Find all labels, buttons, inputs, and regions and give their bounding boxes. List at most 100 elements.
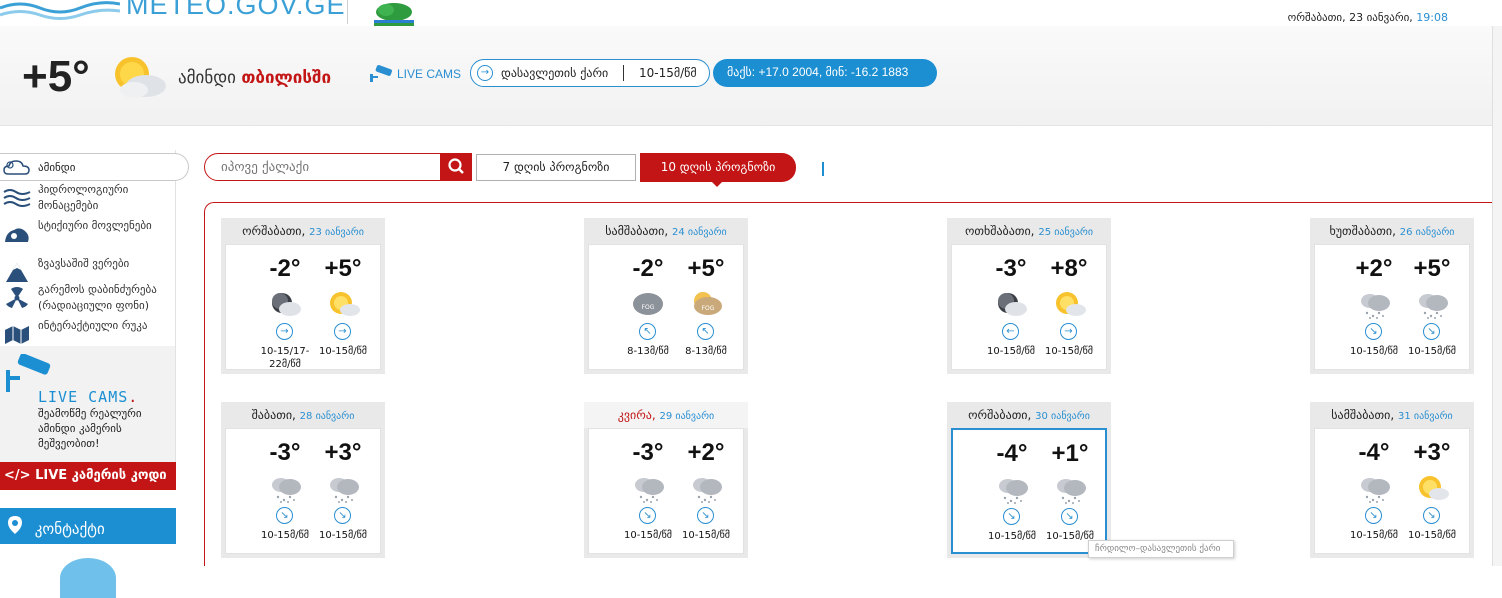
forecast-date: 30 იანვარი xyxy=(1035,411,1090,422)
live-cams-description: შეამოწმე რეალური ამინდი კამერის მეშვეობი… xyxy=(38,407,142,450)
forecast-day-body: -4° ↘ 10-15მ/წმ +1° ↘ 10-15მ/წმ xyxy=(951,428,1107,554)
forecast-day-wind-speed: 10-15მ/წმ xyxy=(1044,346,1094,357)
wind-direction-icon[interactable]: ↘ xyxy=(276,507,293,524)
tab-7-day-forecast[interactable]: 7 დღის პროგნოზი xyxy=(476,154,636,181)
wind-direction-icon[interactable]: ↘ xyxy=(1061,508,1078,525)
forecast-night-wind-speed: 10-15მ/წმ xyxy=(987,531,1037,542)
sidebar-item-label: სტიქიური მოვლენები xyxy=(38,219,152,232)
today-prefix: ამინდი xyxy=(178,68,236,88)
forecast-day-wind-speed: 8-13მ/წმ xyxy=(685,346,727,357)
wind-tooltip: ჩრდილო–დასავლეთის ქარი xyxy=(1088,540,1234,558)
forecast-date: 26 იანვარი xyxy=(1399,227,1455,238)
forecast-night-temperature: -3° xyxy=(632,439,664,466)
wind-info: → დასავლეთის ქარი 10-15მ/წმ xyxy=(470,59,710,87)
forecast-day-body: -4° ↘ 10-15მ/წმ +3° ↘ 10-15მ/წმ xyxy=(1314,428,1470,554)
forecast-day-wind-speed: 10-15მ/წმ xyxy=(318,346,368,357)
wind-direction-icon[interactable]: ↘ xyxy=(639,507,656,524)
wind-direction-icon[interactable]: ← xyxy=(1002,323,1019,340)
live-code-button[interactable]: </> LIVE კამერის კოდი xyxy=(0,462,176,490)
today-city-label: ამინდი თბილისში xyxy=(178,68,331,88)
sidebar: ამინდი ჰიდროლოგიური მონაცემები სტიქიური … xyxy=(0,150,190,598)
code-icon: </> xyxy=(4,468,31,483)
search-button[interactable] xyxy=(440,153,472,181)
forecast-day-card[interactable]: სამშაბათი, 31 იანვარი -4° ↘ 10-15მ/წმ +3° ↘ 10… xyxy=(1310,402,1474,558)
current-weather-bar: +5° ამინდი თბილისში LIVE CAMS → დასავლეთ… xyxy=(0,26,1502,126)
snow-cloud-icon xyxy=(1361,478,1390,503)
forecast-day-card[interactable]: ოთხშაბათი, 25 იანვარი -3° ← 10-15მ/წმ +8° → 10… xyxy=(947,218,1111,374)
forecast-night-temperature: -4° xyxy=(996,440,1028,467)
location-pin-icon xyxy=(8,516,22,534)
wind-divider xyxy=(623,65,624,81)
sidebar-item-label: ზვავსაშიშ ვერები xyxy=(38,257,130,270)
sidebar-item-label: ინტერაქტიული რუკა xyxy=(38,319,148,332)
live-cams-link[interactable]: LIVE CAMS xyxy=(368,62,468,86)
wind-direction-icon[interactable]: ↘ xyxy=(697,507,714,524)
radiation-icon xyxy=(6,287,28,308)
forecast-day-header: ორშაბათი, 23 იანვარი xyxy=(221,218,385,244)
wind-direction-icon[interactable]: ↖ xyxy=(639,323,656,340)
forecast-night-column: -2° → 10-15/17-22მ/წმ xyxy=(256,245,314,370)
live-cams-title-text: LIVE CAMS xyxy=(38,388,129,406)
sidebar-item-disasters[interactable]: სტიქიური მოვლენები xyxy=(0,218,176,252)
snow-cloud-icon xyxy=(272,478,301,503)
svg-text:FOG: FOG xyxy=(702,305,715,312)
forecast-day-body: -2° FOG ↖ 8-13მ/წმ +5° FOG ↖ 8-13მ/წმ xyxy=(588,244,744,370)
contact-label: კონტაქტი xyxy=(34,520,105,538)
forecast-day-header: ორშაბათი, 30 იანვარი xyxy=(947,402,1111,428)
forecast-day-card[interactable]: კვირა, 29 იანვარი -3° ↘ 10-15მ/წმ +2° ↘ 10-15მ… xyxy=(584,402,748,558)
forecast-day-header: სამშაბათი, 24 იანვარი xyxy=(584,218,748,244)
wind-direction-icon[interactable]: ↘ xyxy=(1003,508,1020,525)
forecast-day-column: +3° ↘ 10-15მ/წმ xyxy=(314,429,372,553)
forecast-date: 25 იანვარი xyxy=(1038,227,1094,238)
sidebar-item-radiation[interactable]: გარემოს დაბინძურება (რადიაციული ფონი) xyxy=(0,282,176,316)
snow-cloud-icon xyxy=(1419,294,1448,319)
contact-button[interactable]: კონტაქტი xyxy=(0,508,176,544)
city-search xyxy=(204,153,472,181)
forecast-day-card[interactable]: ორშაბათი, 23 იანვარი -2° → 10-15/17-22მ/წმ +… xyxy=(221,218,385,374)
forecast-day-card[interactable]: სამშაბათი, 24 იანვარი -2° FOG ↖ 8-13მ/წმ +5° F… xyxy=(584,218,748,374)
wind-direction-icon[interactable]: → xyxy=(276,323,293,340)
sidebar-item-hydrology[interactable]: ჰიდროლოგიური მონაცემები xyxy=(0,182,176,216)
forecast-weekday: კვირა, xyxy=(617,408,656,422)
wind-direction-icon[interactable]: ↘ xyxy=(1423,323,1440,340)
forecast-day-temperature: +3° xyxy=(1413,439,1451,466)
camera-icon xyxy=(370,65,392,82)
logo-divider xyxy=(347,0,348,24)
live-cams-label: LIVE CAMS xyxy=(397,67,462,81)
search-input[interactable] xyxy=(221,160,439,175)
snow-cloud-icon xyxy=(1057,479,1086,504)
wind-direction-icon[interactable]: → xyxy=(334,323,351,340)
fog-icon: FOG xyxy=(633,293,663,315)
forecast-night-wind-speed: 10-15მ/წმ xyxy=(986,346,1036,357)
wind-direction-icon[interactable]: ↘ xyxy=(1423,507,1440,524)
city-name[interactable]: თბილისში xyxy=(241,68,331,88)
forecast-day-card[interactable]: შაბათი, 28 იანვარი -3° ↘ 10-15მ/წმ +3° ↘ 10-15… xyxy=(221,402,385,558)
forecast-day-card[interactable]: ორშაბათი, 30 იანვარი -4° ↘ 10-15მ/წმ +1° ↘ 10-… xyxy=(947,402,1111,558)
forecast-day-column: +5° FOG ↖ 8-13მ/წმ xyxy=(677,245,735,369)
forecast-day-body: -3° ← 10-15მ/წმ +8° → 10-15მ/წმ xyxy=(951,244,1107,370)
page-scrollbar[interactable] xyxy=(1492,26,1502,566)
ministry-logo-icon[interactable] xyxy=(368,0,420,26)
forecast-night-wind-speed: 8-13მ/წმ xyxy=(627,346,669,357)
wind-direction-icon[interactable]: ↖ xyxy=(697,323,714,340)
forecast-day-card[interactable]: ხუთშაბათი, 26 იანვარი +2° ↘ 10-15მ/წმ +5° ↘ 10… xyxy=(1310,218,1474,374)
forecast-day-wind-speed: 10-15მ/წმ xyxy=(1407,530,1457,541)
site-logo[interactable]: METEO.GOV.GE xyxy=(126,0,346,21)
forecast-day-temperature: +8° xyxy=(1050,255,1088,282)
wind-direction-icon[interactable]: ↘ xyxy=(334,507,351,524)
forecast-night-temperature: -2° xyxy=(269,255,301,282)
current-temperature: +5° xyxy=(22,52,90,101)
logo-waves-icon[interactable] xyxy=(0,0,120,20)
forecast-day-temperature: +5° xyxy=(687,255,725,282)
tab-10-day-forecast[interactable]: 10 დღის პროგნოზი xyxy=(640,153,796,182)
moon-cloud-icon xyxy=(272,293,301,316)
sidebar-item-weather[interactable]: ამინდი xyxy=(0,153,189,181)
sun-cloud-icon xyxy=(1056,292,1086,316)
wind-direction-icon[interactable]: → xyxy=(1060,323,1077,340)
wind-direction-icon[interactable]: ↘ xyxy=(1365,323,1382,340)
forecast-day-wind-speed: 10-15მ/წმ xyxy=(681,530,731,541)
wind-direction-icon[interactable]: ↘ xyxy=(1365,507,1382,524)
forecast-day-temperature: +5° xyxy=(324,255,362,282)
live-cams-promo[interactable]: LIVE CAMS. შეამოწმე რეალური ამინდი კამერ… xyxy=(0,346,176,464)
forecast-night-temperature: -4° xyxy=(1358,439,1390,466)
